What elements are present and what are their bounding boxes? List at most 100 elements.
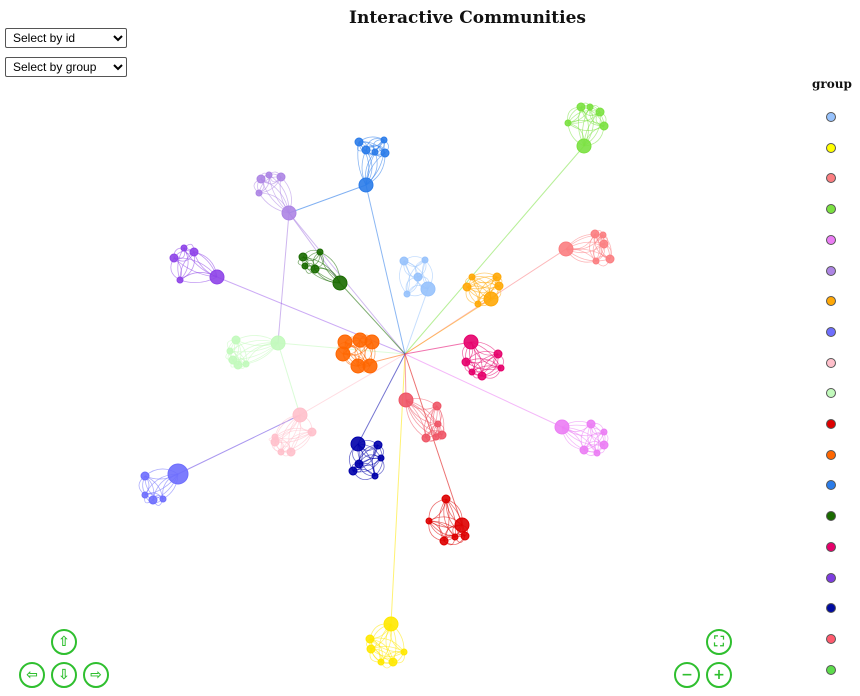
network-node[interactable] <box>399 256 409 266</box>
network-node[interactable] <box>301 262 309 270</box>
network-node[interactable] <box>497 364 505 372</box>
network-node[interactable] <box>348 466 358 476</box>
network-node[interactable] <box>421 433 431 443</box>
network-node[interactable] <box>189 247 199 257</box>
nav-left-button[interactable]: ⇦ <box>19 662 45 688</box>
network-node[interactable] <box>265 171 273 179</box>
network-node[interactable] <box>373 440 383 450</box>
network-node[interactable] <box>176 276 184 284</box>
network-node[interactable] <box>599 440 609 450</box>
network-node[interactable] <box>371 472 379 480</box>
network-node[interactable] <box>605 254 615 264</box>
network-node[interactable] <box>350 358 366 374</box>
network-node[interactable] <box>599 121 609 131</box>
zoom-in-button[interactable]: + <box>706 662 732 688</box>
network-node[interactable] <box>421 256 429 264</box>
network-node[interactable] <box>242 360 250 368</box>
network-node[interactable] <box>398 392 414 408</box>
network-node[interactable] <box>462 282 472 292</box>
network-node[interactable] <box>441 494 451 504</box>
network-node[interactable] <box>167 463 189 485</box>
network-node[interactable] <box>494 281 504 291</box>
network-node[interactable] <box>592 257 600 265</box>
network-node[interactable] <box>231 335 241 345</box>
network-node[interactable] <box>141 491 149 499</box>
network-node[interactable] <box>307 427 317 437</box>
network-node[interactable] <box>576 138 592 154</box>
network-node[interactable] <box>371 148 379 156</box>
network-node[interactable] <box>425 517 433 525</box>
network-node[interactable] <box>332 275 348 291</box>
network-node[interactable] <box>468 273 476 281</box>
network-node[interactable] <box>599 239 609 249</box>
network-node[interactable] <box>281 205 297 221</box>
network-node[interactable] <box>554 419 570 435</box>
network-node[interactable] <box>354 459 364 469</box>
network-node[interactable] <box>233 360 243 370</box>
network-node[interactable] <box>366 644 376 654</box>
network-node[interactable] <box>352 332 368 348</box>
network-node[interactable] <box>354 137 364 147</box>
network-node[interactable] <box>276 172 286 182</box>
network-node[interactable] <box>454 517 470 533</box>
network-node[interactable] <box>140 471 150 481</box>
network-node[interactable] <box>169 253 179 263</box>
network-node[interactable] <box>461 357 471 367</box>
network-node[interactable] <box>579 445 589 455</box>
network-node[interactable] <box>451 533 459 541</box>
network-node[interactable] <box>590 229 600 239</box>
network-node[interactable] <box>292 407 308 423</box>
network-node[interactable] <box>403 290 411 298</box>
network-node[interactable] <box>377 658 385 666</box>
network-node[interactable] <box>460 531 470 541</box>
network-node[interactable] <box>595 107 605 117</box>
network-node[interactable] <box>209 269 225 285</box>
network-node[interactable] <box>286 447 296 457</box>
network-node[interactable] <box>350 436 366 452</box>
nav-right-button[interactable]: ⇨ <box>83 662 109 688</box>
network-node[interactable] <box>420 281 436 297</box>
network-node[interactable] <box>599 231 607 239</box>
network-node[interactable] <box>380 148 390 158</box>
network-node[interactable] <box>558 241 574 257</box>
nav-up-button[interactable]: ⇧ <box>51 629 77 655</box>
zoom-out-button[interactable]: − <box>674 662 700 688</box>
network-node[interactable] <box>593 449 601 457</box>
network-node[interactable] <box>492 272 502 282</box>
network-node[interactable] <box>298 252 308 262</box>
network-node[interactable] <box>270 335 286 351</box>
network-node[interactable] <box>439 536 449 546</box>
network-node[interactable] <box>400 648 408 656</box>
network-node[interactable] <box>586 419 596 429</box>
network-node[interactable] <box>310 264 320 274</box>
network-node[interactable] <box>477 371 487 381</box>
network-node[interactable] <box>377 454 385 462</box>
network-node[interactable] <box>256 174 266 184</box>
network-node[interactable] <box>270 437 280 447</box>
network-node[interactable] <box>432 433 440 441</box>
network-node[interactable] <box>493 349 503 359</box>
network-node[interactable] <box>180 244 188 252</box>
network-node[interactable] <box>586 103 594 111</box>
network-node[interactable] <box>383 616 399 632</box>
network-node[interactable] <box>277 448 285 456</box>
network-node[interactable] <box>434 420 442 428</box>
network-node[interactable] <box>358 177 374 193</box>
network-node[interactable] <box>148 495 158 505</box>
zoom-extends-button[interactable]: ⛶ <box>706 629 732 655</box>
network-node[interactable] <box>463 334 479 350</box>
network-canvas[interactable] <box>0 0 800 696</box>
network-node[interactable] <box>388 657 398 667</box>
network-node[interactable] <box>576 102 586 112</box>
network-node[interactable] <box>255 189 263 197</box>
network-node[interactable] <box>316 248 324 256</box>
network-node[interactable] <box>468 368 476 376</box>
network-node[interactable] <box>365 634 375 644</box>
network-node[interactable] <box>432 401 442 411</box>
network-node[interactable] <box>600 428 608 436</box>
network-node[interactable] <box>413 272 423 282</box>
network-node[interactable] <box>380 136 388 144</box>
network-node[interactable] <box>474 300 482 308</box>
network-node[interactable] <box>483 291 499 307</box>
network-node[interactable] <box>159 495 167 503</box>
